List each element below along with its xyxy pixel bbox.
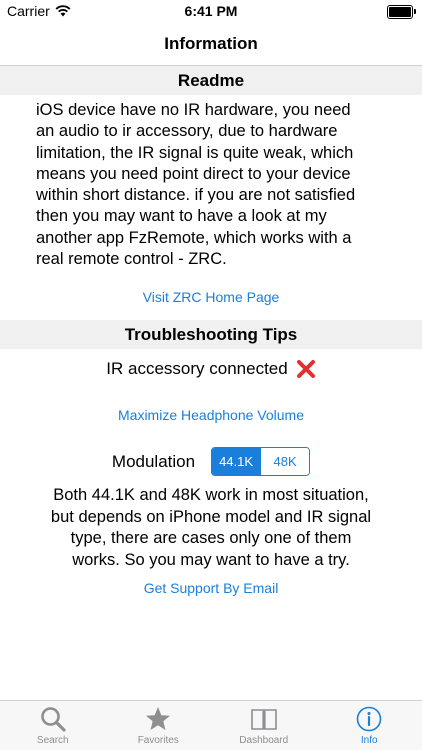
readme-line: iOS device have no IR hardware, you need	[36, 101, 351, 119]
get-support-email-link[interactable]: Get Support By Email	[0, 580, 422, 596]
tab-label: Dashboard	[239, 735, 289, 746]
accessory-status-label: IR accessory connected	[106, 359, 288, 378]
cross-icon	[296, 360, 315, 378]
info-icon	[356, 706, 382, 732]
readme-line: then you may want to have a look at my	[36, 207, 327, 226]
tab-bar: Search Favorites Dashboard Info	[0, 700, 422, 750]
modulation-tip-text: Both 44.1K and 48K work in most situatio…	[40, 485, 382, 571]
tab-label: Search	[36, 735, 69, 746]
modulation-label: Modulation	[111, 451, 196, 471]
tab-dashboard[interactable]: Dashboard	[211, 701, 317, 750]
readme-section-header: Readme	[0, 66, 422, 95]
readme-line: within short distance. if you are not sa…	[36, 186, 356, 205]
status-time: 6:41 PM	[184, 3, 238, 19]
readme-header-label: Readme	[177, 70, 245, 90]
tip-line: type, there are cases only one of them	[70, 529, 352, 547]
battery-icon	[387, 5, 416, 19]
star-icon	[146, 707, 171, 730]
modulation-segmented-control: 44.1K 48K	[211, 447, 311, 476]
maximize-volume-link[interactable]: Maximize Headphone Volume	[0, 407, 422, 423]
readme-text: iOS device have no IR hardware, you need…	[36, 100, 355, 270]
modulation-row: Modulation 44.1K 48K	[0, 447, 422, 476]
tip-line: but depends on iPhone model and IR signa…	[50, 507, 372, 526]
page-title: Information	[164, 33, 258, 53]
tab-label: Info	[360, 735, 378, 746]
modulation-option-48k[interactable]: 48K	[260, 448, 310, 475]
tab-label: Favorites	[137, 735, 179, 746]
tip-line: works. So you may want to have a try.	[72, 550, 350, 569]
tab-info[interactable]: Info	[317, 701, 422, 750]
troubleshooting-header-label: Troubleshooting Tips	[124, 324, 298, 344]
tab-search[interactable]: Search	[0, 701, 106, 750]
status-bar: Carrier 6:41 PM	[0, 0, 422, 22]
tab-favorites[interactable]: Favorites	[106, 701, 212, 750]
modulation-option-44k[interactable]: 44.1K	[212, 448, 261, 475]
search-icon	[40, 707, 66, 732]
troubleshooting-section-header: Troubleshooting Tips	[0, 320, 422, 349]
tip-line: Both 44.1K and 48K work in most situatio…	[53, 486, 369, 504]
navigation-bar: Information	[0, 22, 422, 66]
readme-line: another app FzRemote, which works with a	[36, 228, 352, 247]
readme-line: limitation, the IR signal is quite weak,…	[36, 143, 354, 162]
readme-line: real remote control - ZRC.	[36, 250, 227, 269]
readme-line: an audio to ir accessory, due to hardwar…	[36, 122, 338, 141]
accessory-status: IR accessory connected	[0, 359, 422, 379]
book-icon	[250, 709, 277, 730]
readme-line: means you need point direct to your devi…	[36, 164, 351, 183]
visit-zrc-home-link[interactable]: Visit ZRC Home Page	[0, 289, 422, 305]
